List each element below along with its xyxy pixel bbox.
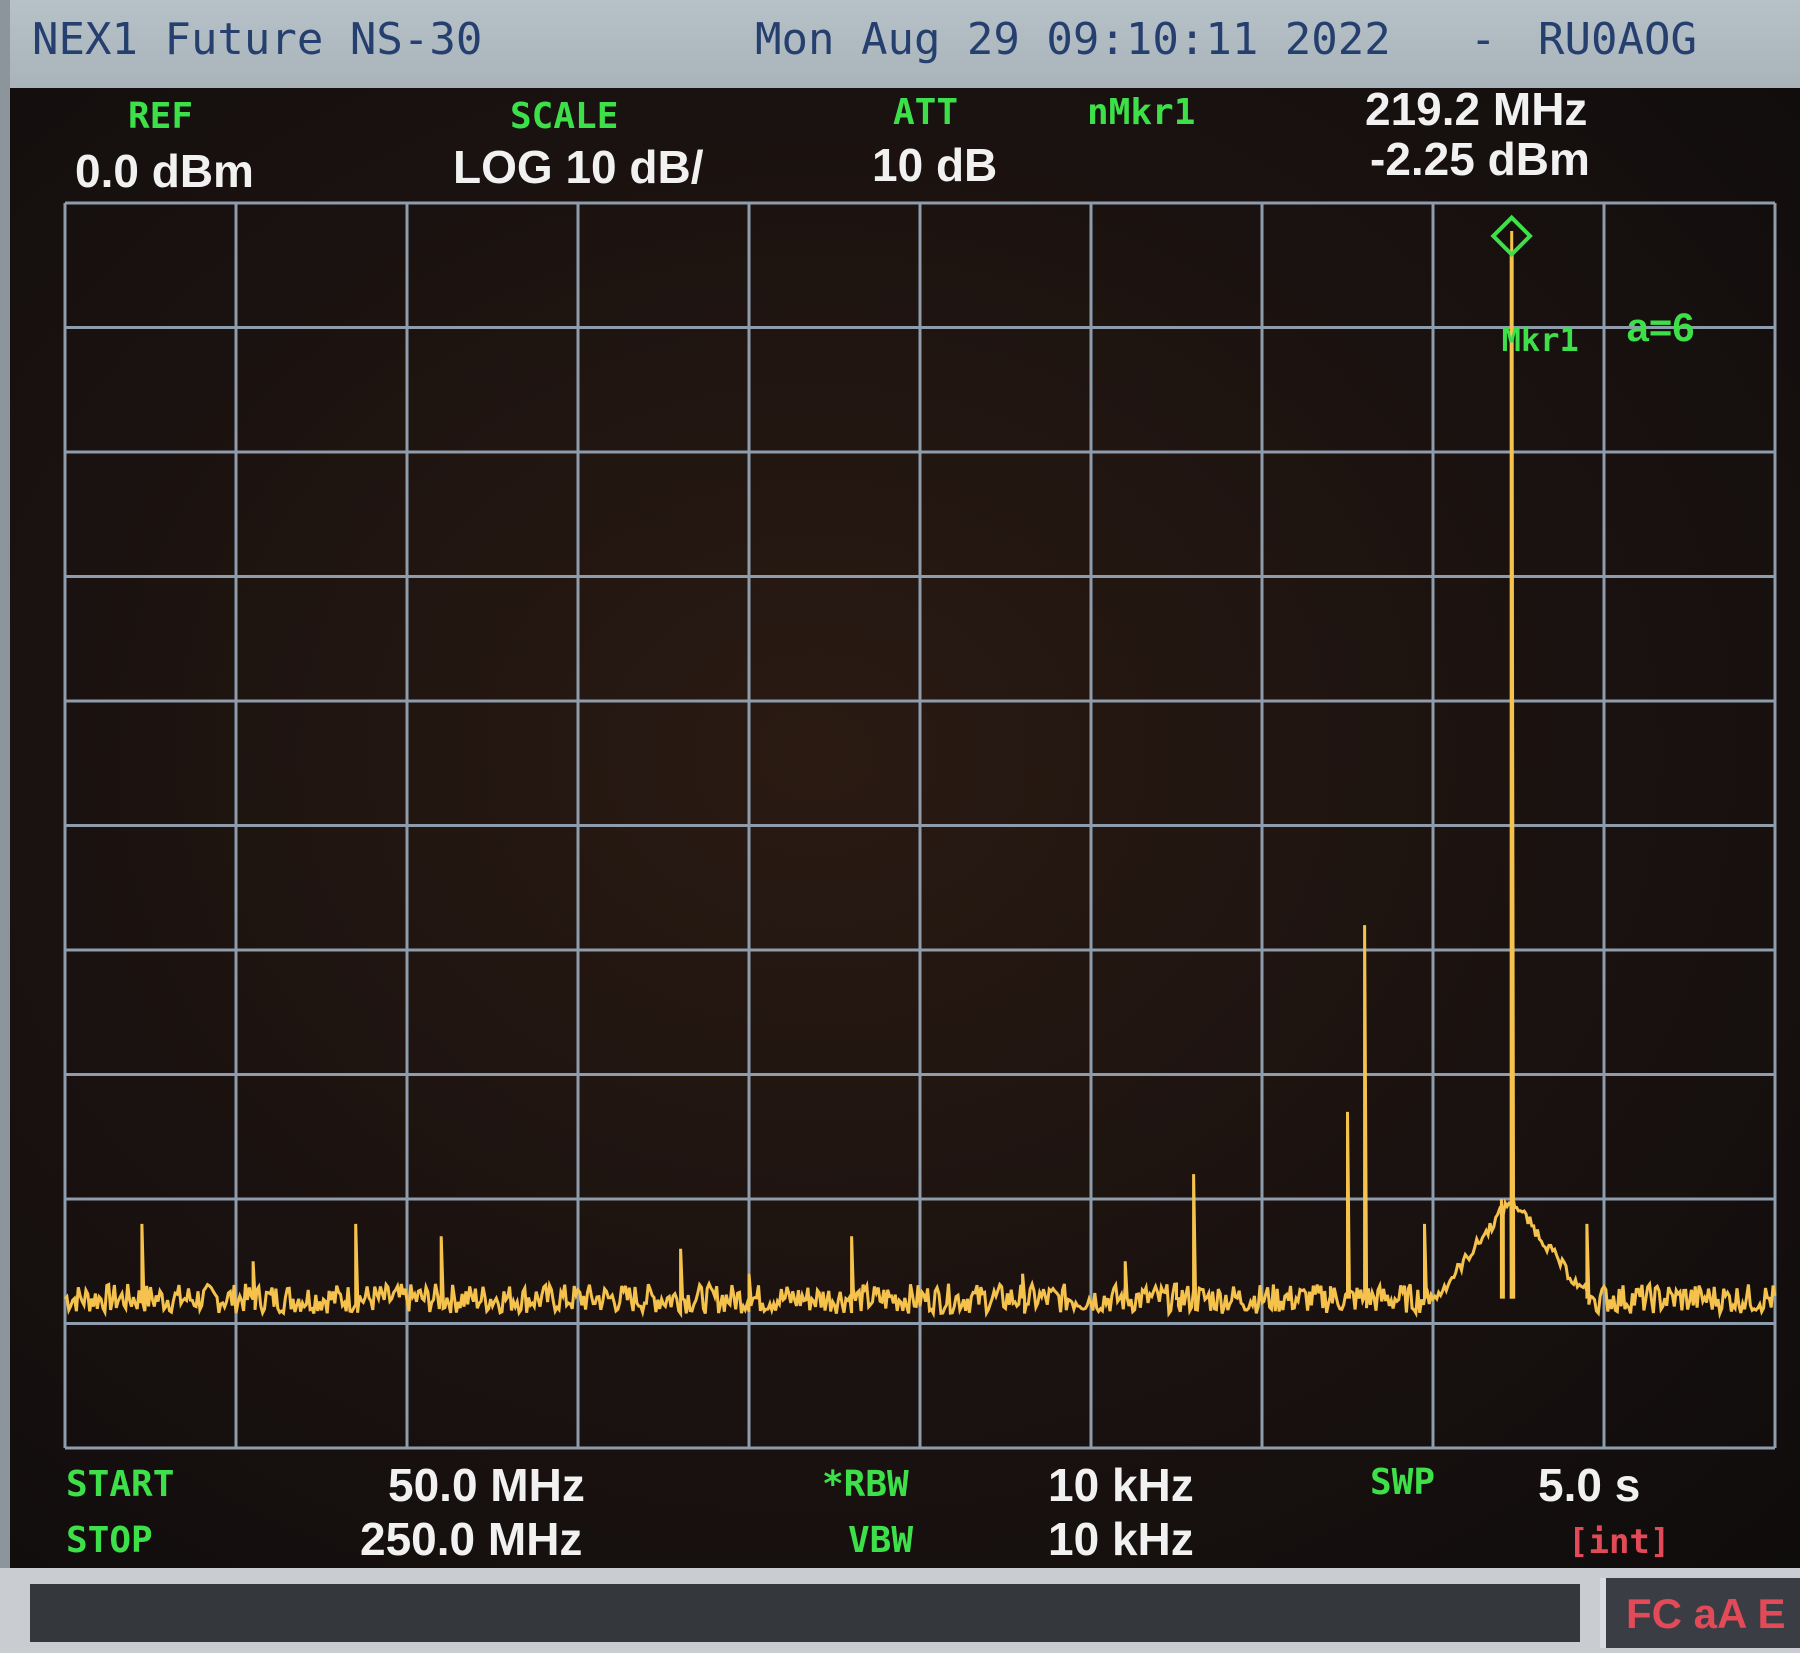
rbw-label: *RBW (822, 1464, 909, 1505)
marker-tag: Mkr1 (1502, 321, 1579, 359)
rbw-value: 10 kHz (1048, 1459, 1194, 1511)
sweep-label: SWP (1370, 1462, 1436, 1503)
spectrum-plot: Mkr1 a=6 (63, 201, 1777, 1450)
status-flags: FC aA E (1626, 1590, 1786, 1637)
plot-grid (63, 201, 1777, 1450)
measurement-display: REF 0.0 dBm SCALE LOG 10 dB/ ATT 10 dB n… (10, 83, 1800, 1568)
spectrum-analyzer-screen: NEX1 Future NS-30 Mon Aug 29 09:10:11 20… (0, 0, 1800, 1653)
start-value: 50.0 MHz (388, 1459, 585, 1511)
vbw-label: VBW (848, 1520, 914, 1561)
stop-value: 250.0 MHz (360, 1513, 583, 1565)
start-label: START (66, 1464, 175, 1505)
instrument-model: NEX1 Future NS-30 (32, 14, 483, 65)
callsign: RU0AOG (1538, 14, 1697, 65)
stop-label: STOP (66, 1520, 153, 1561)
title-separator: - (1470, 14, 1497, 65)
status-message-area (30, 1584, 1580, 1642)
title-bar: NEX1 Future NS-30 Mon Aug 29 09:10:11 20… (10, 0, 1800, 88)
datetime: Mon Aug 29 09:10:11 2022 (755, 14, 1391, 65)
averaging-tag: a=6 (1627, 306, 1695, 350)
vbw-value: 10 kHz (1048, 1513, 1194, 1565)
trigger-mode: [int] (1568, 1522, 1671, 1562)
status-flags-panel: FC aA E (1600, 1578, 1800, 1648)
status-bar: FC aA E (0, 1568, 1800, 1653)
sweep-value: 5.0 s (1538, 1459, 1641, 1511)
